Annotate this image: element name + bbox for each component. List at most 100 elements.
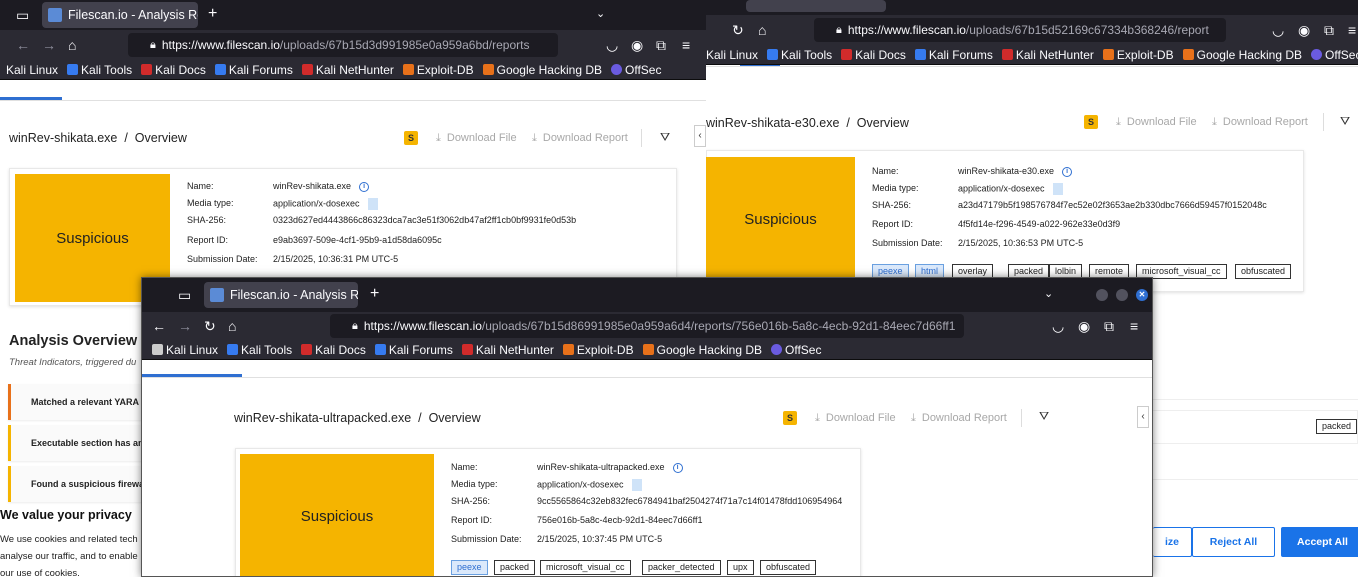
- tag-peexe[interactable]: peexe: [451, 560, 488, 575]
- tag-upx[interactable]: upx: [727, 560, 754, 575]
- home-icon[interactable]: ⌂: [758, 22, 766, 38]
- bookmark-offsec[interactable]: OffSec: [1311, 48, 1358, 62]
- collapse-icon[interactable]: ‹: [1137, 406, 1149, 428]
- bookmark-kali-nethunter[interactable]: Kali NetHunter: [461, 342, 554, 357]
- url-bar[interactable]: 🔒︎ https://www.filescan.io/uploads/67b15…: [330, 314, 964, 338]
- maximize-icon[interactable]: [1116, 289, 1128, 301]
- download-report-button[interactable]: ⤓ Download Report: [532, 132, 628, 145]
- tab-filescan-report[interactable]: Filescan.io - Analysis Repo ✕: [42, 2, 198, 28]
- file-name: winRev-shikata-e30.exe: [958, 166, 1055, 176]
- breadcrumb-file[interactable]: winRev-shikata-ultrapacked.exe: [234, 411, 411, 425]
- media-type: application/x-dosexec: [958, 183, 1045, 194]
- chevron-down-icon[interactable]: ⌄: [1044, 287, 1053, 301]
- info-icon[interactable]: i: [672, 462, 683, 473]
- bookmark-kali-nethunter[interactable]: Kali NetHunter: [1001, 48, 1094, 62]
- menu-icon[interactable]: ≡: [1130, 318, 1138, 334]
- account-icon[interactable]: ◉: [1078, 318, 1090, 334]
- pocket-icon[interactable]: ◡: [1272, 22, 1284, 38]
- back-icon[interactable]: ←: [152, 318, 166, 334]
- bookmark-google-hacking-db[interactable]: Google Hacking DB: [482, 63, 602, 77]
- download-file-button[interactable]: ⤓ Download File: [1116, 116, 1197, 129]
- accept-all-button[interactable]: Accept All: [1281, 527, 1358, 557]
- reload-icon[interactable]: ↻: [204, 318, 216, 334]
- indicator-executable-section[interactable]: Executable section has an: [8, 425, 148, 461]
- back-icon[interactable]: ←: [16, 37, 30, 53]
- url-bar[interactable]: 🔒︎ https://www.filescan.io/uploads/67b15…: [814, 18, 1226, 42]
- kali-nethunter-icon: [301, 64, 313, 75]
- home-icon[interactable]: ⌂: [68, 37, 76, 53]
- breadcrumb: winRev-shikata-ultrapacked.exe / Overvie…: [234, 411, 481, 425]
- account-icon[interactable]: ◉: [1298, 22, 1310, 38]
- bookmark-kali-nethunter[interactable]: Kali NetHunter: [301, 63, 394, 77]
- pocket-icon[interactable]: ◡: [606, 37, 618, 53]
- bookmark-google-hacking-db[interactable]: Google Hacking DB: [1182, 48, 1302, 62]
- download-report-button[interactable]: ⤓ Download Report: [1212, 116, 1308, 129]
- forward-icon[interactable]: →: [178, 318, 192, 334]
- bookmark-offsec[interactable]: OffSec: [611, 63, 661, 77]
- bookmark-exploit-db[interactable]: Exploit-DB: [402, 63, 474, 77]
- bookmark-kali-tools[interactable]: Kali Tools: [767, 48, 832, 62]
- bookmark-label: Kali NetHunter: [475, 342, 554, 357]
- bookmark-kali-tools[interactable]: Kali Tools: [227, 343, 292, 357]
- breadcrumb-file[interactable]: winRev-shikata-e30.exe: [706, 116, 839, 130]
- minimize-icon[interactable]: [1096, 289, 1108, 301]
- extensions-icon[interactable]: ⧉: [1104, 318, 1114, 334]
- bookmark-kali-docs[interactable]: Kali Docs: [141, 63, 206, 77]
- bookmark-label: Kali Linux: [706, 47, 759, 62]
- tag-packer-detected[interactable]: packer_detected: [642, 560, 721, 575]
- account-icon[interactable]: ◉: [631, 37, 643, 53]
- bookmark-kali-forums[interactable]: Kali Forums: [214, 63, 293, 77]
- tag-obfuscated[interactable]: obfuscated: [1235, 264, 1292, 279]
- menu-icon[interactable]: ≡: [1348, 22, 1356, 38]
- bookmark-exploit-db[interactable]: Exploit-DB: [1102, 48, 1174, 62]
- download-file-button[interactable]: ⤓ Download File: [815, 412, 896, 425]
- new-tab-icon[interactable]: +: [208, 6, 217, 22]
- tab-list-icon[interactable]: ▭: [178, 288, 191, 302]
- indicator-firewall[interactable]: Found a suspicious firewal: [8, 466, 148, 502]
- bookmark-kali-linux[interactable]: Kali Linux: [6, 63, 58, 77]
- close-window-icon[interactable]: ✕: [1136, 289, 1148, 301]
- info-icon[interactable]: i: [1062, 166, 1073, 177]
- extensions-icon[interactable]: ⧉: [656, 37, 666, 53]
- home-icon[interactable]: ⌂: [228, 318, 236, 334]
- tab-filescan-report[interactable]: [746, 0, 886, 12]
- bookmark-kali-forums[interactable]: Kali Forums: [914, 48, 993, 62]
- collapse-icon[interactable]: ‹: [694, 125, 706, 147]
- tab-filescan-report[interactable]: Filescan.io - Analysis Repo ✕: [204, 282, 358, 308]
- tag-packed[interactable]: packed: [494, 560, 536, 575]
- filter-icon[interactable]: ⛛: [1039, 409, 1049, 424]
- url-bar[interactable]: 🔒︎ https://www.filescan.io/uploads/67b15…: [128, 33, 558, 57]
- tab-list-icon[interactable]: ▭: [16, 8, 29, 22]
- new-tab-icon[interactable]: +: [370, 286, 379, 302]
- filter-icon[interactable]: ⛛: [660, 130, 670, 145]
- bookmark-offsec[interactable]: OffSec: [771, 343, 821, 357]
- bookmark-kali-docs[interactable]: Kali Docs: [301, 343, 366, 357]
- menu-icon[interactable]: ≡: [682, 37, 690, 53]
- indicator-yara[interactable]: Matched a relevant YARA r: [8, 384, 148, 420]
- pocket-icon[interactable]: ◡: [1052, 318, 1064, 334]
- bookmark-exploit-db[interactable]: Exploit-DB: [562, 343, 634, 357]
- tag-packed[interactable]: packed: [1316, 419, 1358, 434]
- reload-icon[interactable]: ↻: [732, 22, 744, 38]
- tag-obfuscated[interactable]: obfuscated: [760, 560, 817, 575]
- bookmark-google-hacking-db[interactable]: Google Hacking DB: [642, 343, 762, 357]
- info-icon[interactable]: i: [359, 181, 370, 192]
- customize-button[interactable]: ize: [1153, 527, 1192, 557]
- url-path: /uploads/67b15d3d991985e0a959a6bd/report…: [279, 38, 530, 52]
- bookmark-kali-forums[interactable]: Kali Forums: [374, 343, 453, 357]
- chevron-down-icon[interactable]: ⌄: [596, 7, 605, 21]
- extensions-icon[interactable]: ⧉: [1324, 22, 1334, 38]
- filter-icon[interactable]: ⛛: [1340, 114, 1350, 129]
- reject-all-button[interactable]: Reject All: [1192, 527, 1275, 557]
- bookmark-kali-linux[interactable]: Kali Linux: [152, 343, 218, 357]
- tab-bar: ▭ Filescan.io - Analysis Repo ✕ + ⌄: [0, 0, 706, 30]
- bookmark-kali-tools[interactable]: Kali Tools: [67, 63, 132, 77]
- kali-nethunter-icon: [1001, 49, 1013, 60]
- download-report-button[interactable]: ⤓ Download Report: [911, 412, 1007, 425]
- breadcrumb-file[interactable]: winRev-shikata.exe: [9, 131, 117, 145]
- forward-icon[interactable]: →: [42, 37, 56, 53]
- download-file-button[interactable]: ⤓ Download File: [436, 132, 517, 145]
- tag-microsoft-visual-cc[interactable]: microsoft_visual_cc: [540, 560, 631, 575]
- bookmark-kali-docs[interactable]: Kali Docs: [841, 48, 906, 62]
- bookmark-kali-linux[interactable]: Kali Linux: [706, 48, 758, 62]
